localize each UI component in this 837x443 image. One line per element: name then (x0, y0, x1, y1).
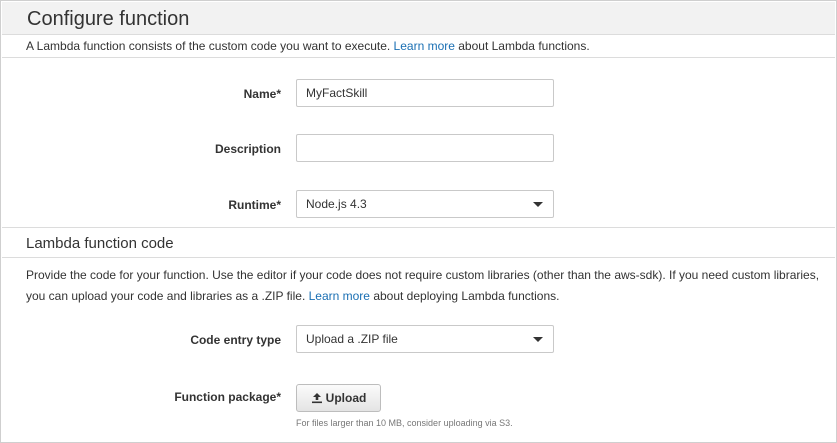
intro-suffix: about Lambda functions. (454, 39, 590, 53)
runtime-label: Runtime* (228, 198, 281, 212)
description-label: Description (214, 142, 281, 156)
chevron-down-icon (533, 202, 543, 207)
runtime-value: Node.js 4.3 (306, 197, 367, 211)
section-header: Configure function (2, 2, 835, 35)
upload-button[interactable]: Upload (296, 384, 381, 412)
name-label: Name* (243, 87, 281, 101)
code-entry-type-label: Code entry type (190, 333, 281, 347)
function-package-label: Function package* (174, 390, 281, 404)
page-title: Configure function (27, 8, 190, 30)
chevron-down-icon (533, 337, 543, 342)
intro-prefix: A Lambda function consists of the custom… (26, 39, 394, 53)
divider (2, 57, 835, 58)
learn-more-link[interactable]: Learn more (394, 39, 455, 53)
runtime-select[interactable]: Node.js 4.3 (296, 190, 554, 218)
upload-hint: For files larger than 10 MB, consider up… (296, 418, 513, 428)
learn-more-deploy-link[interactable]: Learn more (309, 289, 370, 303)
code-entry-type-select[interactable]: Upload a .ZIP file (296, 325, 554, 353)
configure-function-panel: Configure function A Lambda function con… (0, 0, 837, 443)
divider (2, 227, 835, 228)
divider (2, 257, 835, 258)
upload-icon (311, 393, 322, 404)
code-entry-type-value: Upload a .ZIP file (306, 332, 398, 346)
intro-text: A Lambda function consists of the custom… (26, 39, 590, 53)
name-input[interactable]: MyFactSkill (296, 79, 554, 107)
upload-button-label: Upload (325, 391, 367, 405)
description-input[interactable] (296, 134, 554, 162)
desc-suffix: about deploying Lambda functions. (369, 289, 560, 303)
code-description-text: Provide the code for your function. Use … (26, 265, 826, 307)
section-title-code: Lambda function code (26, 235, 174, 252)
